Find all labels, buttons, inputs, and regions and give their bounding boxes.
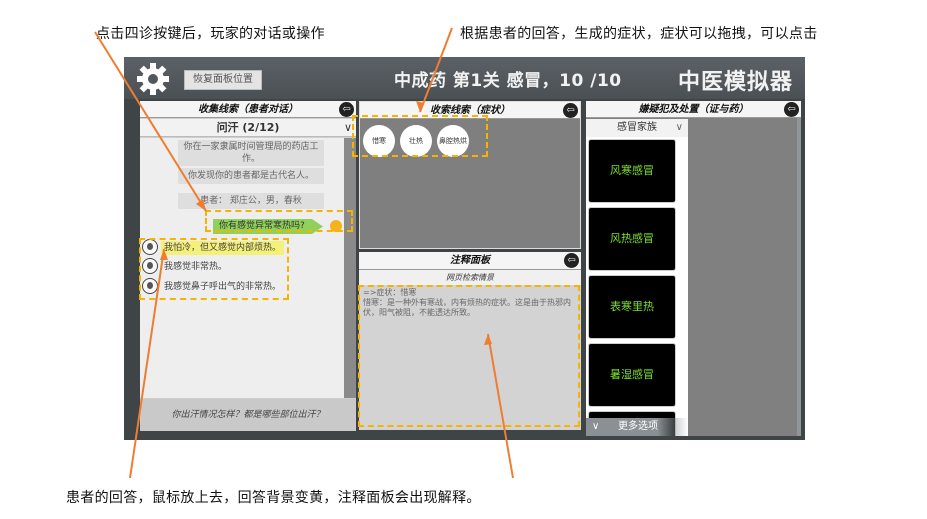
more-options-label: 更多选项: [618, 421, 658, 432]
note-line: =>症状：惜寒: [363, 288, 417, 297]
system-message: 你发现你的患者都是古代名人。: [178, 168, 324, 184]
patient-reply-text: 我感觉鼻子呼出气的非常热。: [164, 282, 282, 292]
note-line: 惜寒：是一种外有寒战，内有烦热的症状。这是由于热邪内伏，阳气被阻，不能透达所致。: [363, 298, 571, 317]
back-arrow-icon[interactable]: ⇦: [339, 102, 354, 117]
clue-panel-header: 收集线索（患者对话） ⇦: [140, 101, 356, 118]
symptom-panel-title: 收索线索（症状）: [430, 105, 510, 116]
symptom-chip[interactable]: 惜寒: [363, 125, 395, 157]
family-select-value: 感冒家族: [617, 122, 657, 133]
diagnosis-panel-title: 嫌疑犯及处置（证与药）: [638, 104, 749, 115]
annotation-symptoms: 根据患者的回答，生成的症状，症状可以拖拽，可以点击: [460, 26, 818, 42]
player-message[interactable]: 你有感觉异常寒热吗?: [213, 219, 323, 234]
diagnosis-card[interactable]: 暑湿感冒: [588, 343, 676, 407]
note-panel-header: 注释面板 ⇦: [359, 252, 581, 270]
chevron-down-icon: ∨: [675, 122, 683, 133]
note-panel-title: 注释面板: [450, 255, 490, 266]
note-content: =>症状：惜寒 惜寒：是一种外有寒战，内有烦热的症状。这是由于热邪内伏，阳气被阻…: [359, 285, 581, 430]
symptom-chip[interactable]: 壮热: [400, 125, 432, 157]
disease-family-select[interactable]: 感冒家族 ∨: [586, 119, 688, 137]
diagnosis-category-dropdown[interactable]: 问汗 (2/12) ∨: [140, 119, 356, 137]
symptom-panel-header: 收索线索（症状） ⇦: [360, 102, 580, 119]
system-message: 你在一家隶属时间管理局的药店工作。: [178, 140, 324, 166]
patient-avatar-icon: [142, 278, 158, 294]
note-panel: 注释面板 ⇦ 网页检索情景 =>症状：惜寒 惜寒：是一种外有寒战，内有烦热的症状…: [359, 252, 581, 430]
more-options-button[interactable]: ∨ 更多选项: [586, 418, 688, 436]
back-arrow-icon[interactable]: ⇦: [564, 253, 579, 268]
gear-icon[interactable]: [136, 62, 170, 96]
diagnosis-panel-header: 嫌疑犯及处置（证与药） ⇦: [586, 101, 801, 118]
diagnosis-card-list: 风寒感冒 风热感冒 表寒里热 暑湿感冒 ∨ 更多选项: [586, 137, 688, 436]
chat-scrollbar[interactable]: [344, 138, 356, 398]
level-title: 中成药 第1关 感冒，10 /10: [394, 71, 622, 91]
chat-log: 你在一家隶属时间管理局的药店工作。 你发现你的患者都是古代名人。 患者： 郑庄公…: [140, 138, 344, 398]
patient-avatar-icon: [142, 239, 158, 255]
symptom-panel: 收索线索（症状） ⇦ 惜寒 壮热 鼻腔热烘: [359, 101, 581, 249]
back-arrow-icon[interactable]: ⇦: [563, 103, 578, 118]
note-panel-subtitle: 网页检索情景: [446, 273, 494, 282]
chevron-down-icon: ∨: [343, 121, 352, 134]
clue-panel-title: 收集线索（患者对话）: [198, 104, 298, 115]
app-title: 中医模拟器: [678, 70, 794, 95]
game-window: 恢复面板位置 中成药 第1关 感冒，10 /10 中医模拟器 收集线索（患者对话…: [124, 57, 805, 440]
back-arrow-icon[interactable]: ⇦: [784, 102, 799, 117]
diagnosis-card[interactable]: 表寒里热: [588, 275, 676, 339]
question-prompt: 你出汗情况怎样？都是哪些部位出汗？: [140, 399, 356, 431]
annotation-player-actions: 点击四诊按键后，玩家的对话或操作: [96, 26, 325, 42]
patient-reply-text: 我怕冷，但又感觉内部烦热。: [161, 241, 285, 255]
patient-avatar-icon: [142, 258, 158, 274]
annotation-patient-replies: 患者的回答，鼠标放上去，回答背景变黄，注释面板会出现解释。: [66, 490, 481, 506]
clue-panel: 收集线索（患者对话） ⇦ 问汗 (2/12) ∨ 你在一家隶属时间管理局的药店工…: [140, 101, 356, 431]
diagnosis-panel: 嫌疑犯及处置（证与药） ⇦ 感冒家族 ∨ 风寒感冒 风热感冒 表寒里热 暑湿感冒…: [586, 101, 801, 436]
player-avatar-icon: [330, 220, 342, 232]
dropdown-value: 问汗 (2/12): [216, 121, 280, 134]
patient-reply-text: 我感觉非常热。: [164, 262, 228, 272]
restore-panel-position-button[interactable]: 恢复面板位置: [184, 70, 262, 90]
diagnosis-card[interactable]: 风热感冒: [588, 207, 676, 271]
symptom-chip[interactable]: 鼻腔热烘: [437, 125, 469, 157]
top-bar: 恢复面板位置 中成药 第1关 感冒，10 /10 中医模拟器: [124, 57, 805, 99]
system-message: 患者： 郑庄公，男，春秋: [178, 193, 324, 209]
chevron-down-icon: ∨: [592, 421, 600, 432]
diagnosis-card[interactable]: 风寒感冒: [588, 139, 676, 203]
